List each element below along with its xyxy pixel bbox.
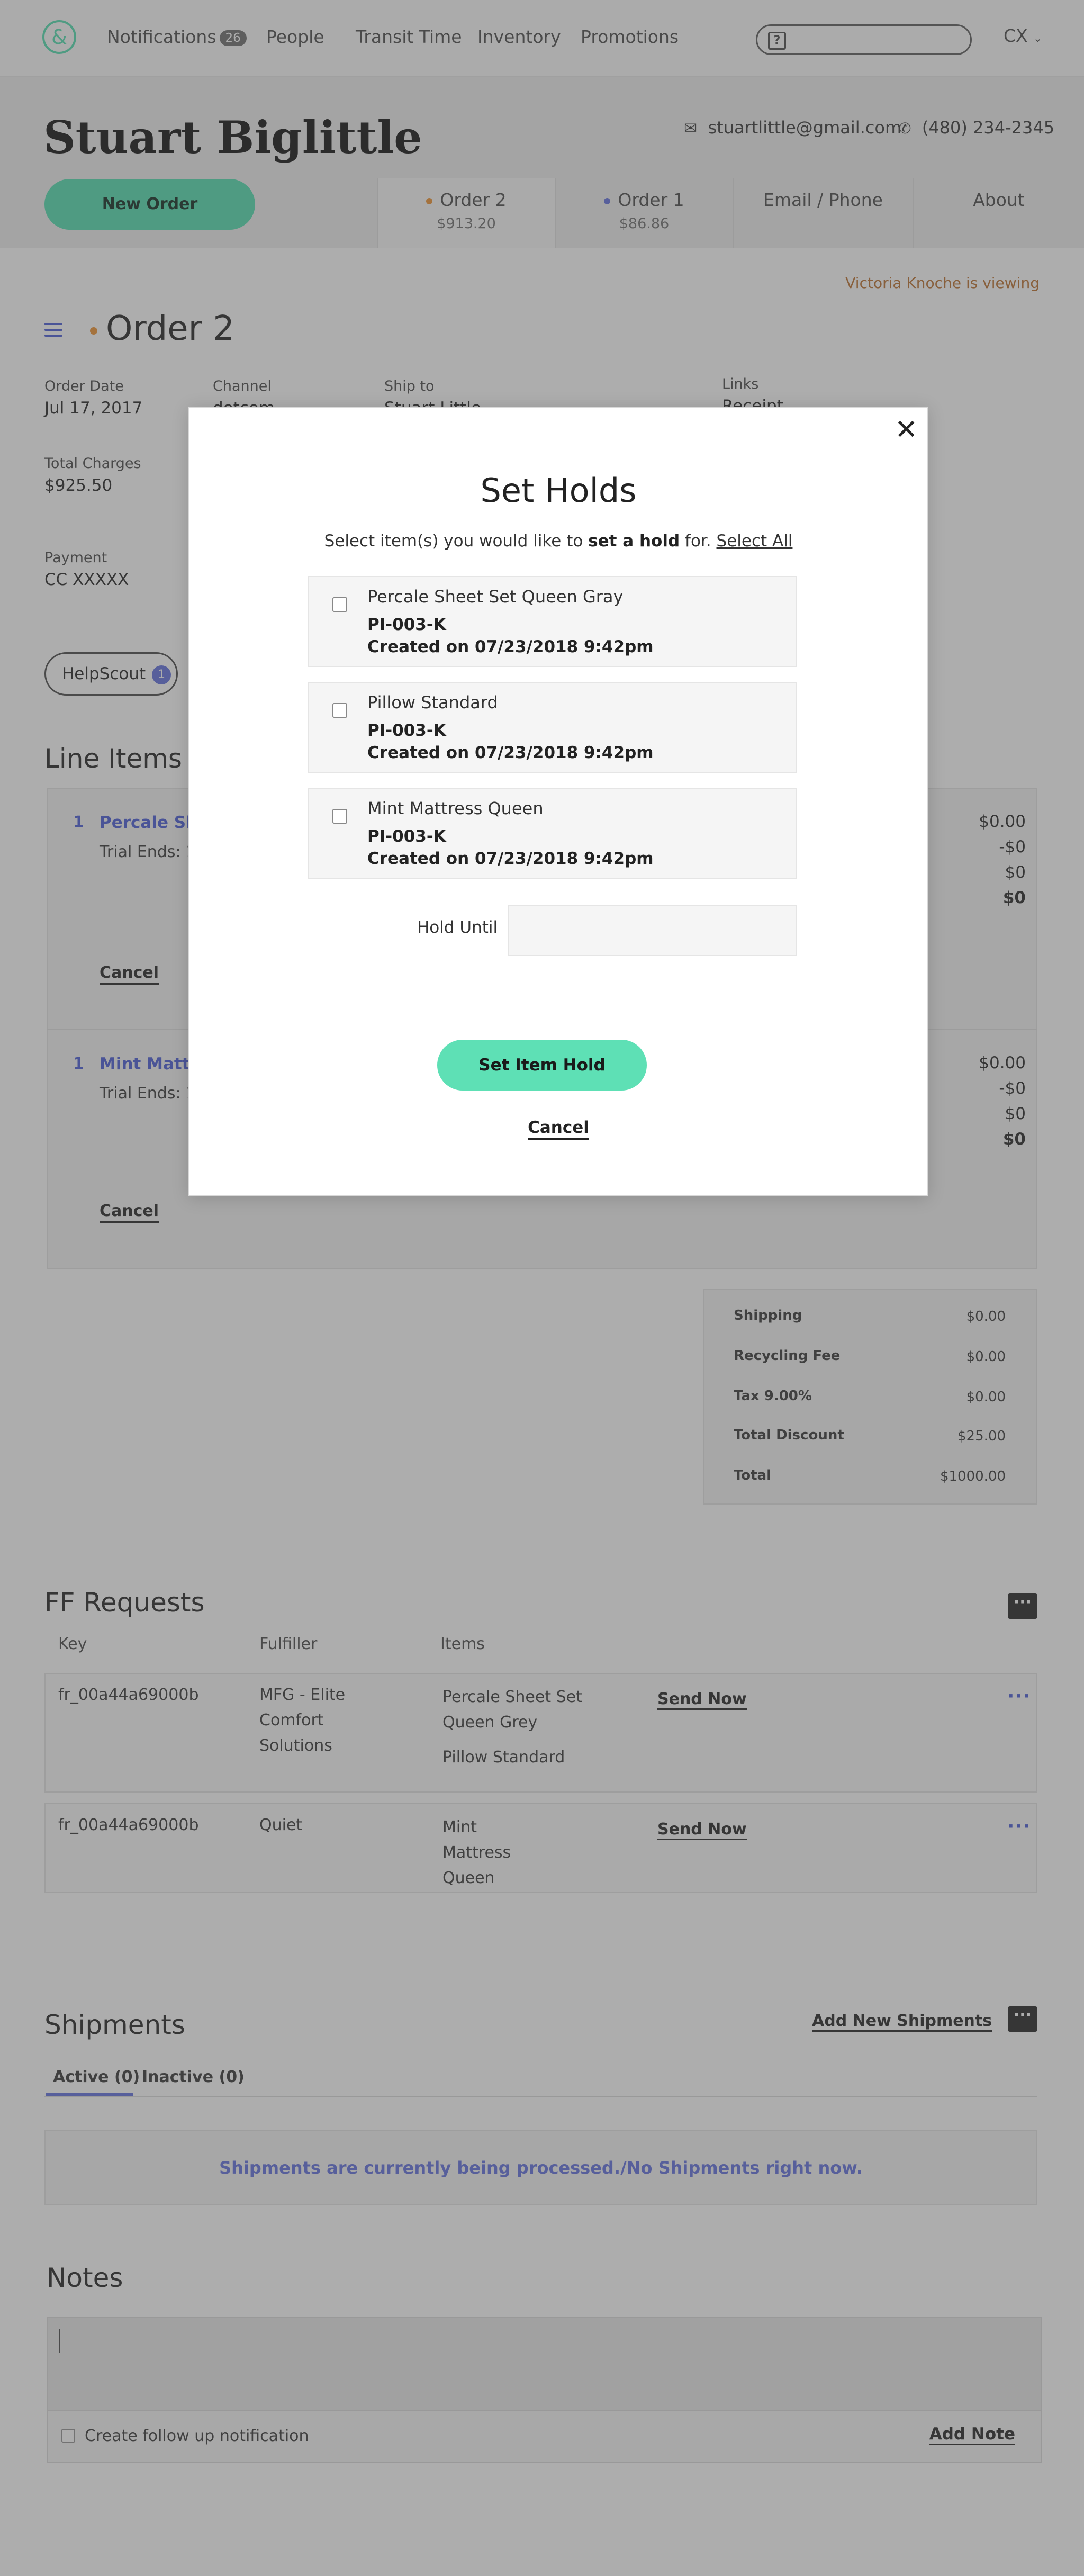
close-icon[interactable]: ✕: [895, 414, 918, 446]
select-all-link[interactable]: Select All: [717, 532, 793, 551]
hold-item-card[interactable]: Percale Sheet Set Queen Gray PI-003-K Cr…: [308, 576, 797, 667]
item-sku: PI-003-K: [367, 827, 446, 846]
item-checkbox[interactable]: [332, 809, 347, 824]
item-name: Percale Sheet Set Queen Gray: [367, 587, 624, 607]
item-created: Created on 07/23/2018 9:42pm: [367, 743, 654, 762]
item-name: Pillow Standard: [367, 692, 498, 713]
modal-cancel: Cancel: [189, 1118, 927, 1140]
instructions-text: Select item(s) you would like to: [324, 532, 589, 551]
item-created: Created on 07/23/2018 9:42pm: [367, 849, 654, 868]
item-created: Created on 07/23/2018 9:42pm: [367, 637, 654, 656]
item-checkbox[interactable]: [332, 597, 347, 612]
cancel-button[interactable]: Cancel: [528, 1118, 589, 1140]
item-sku: PI-003-K: [367, 615, 446, 634]
set-holds-modal: ✕ Set Holds Select item(s) you would lik…: [188, 407, 928, 1196]
item-name: Mint Mattress Queen: [367, 798, 544, 818]
set-item-hold-button[interactable]: Set Item Hold: [437, 1040, 647, 1091]
modal-instructions: Select item(s) you would like to set a h…: [189, 532, 927, 551]
hold-item-card[interactable]: Pillow Standard PI-003-K Created on 07/2…: [308, 682, 797, 773]
modal-backdrop[interactable]: [0, 0, 1084, 2576]
hold-until-input[interactable]: [508, 905, 797, 956]
hold-until-label: Hold Until: [417, 918, 498, 937]
instructions-text: for.: [680, 532, 717, 551]
hold-item-card[interactable]: Mint Mattress Queen PI-003-K Created on …: [308, 788, 797, 879]
item-sku: PI-003-K: [367, 721, 446, 740]
instructions-emphasis: set a hold: [588, 532, 680, 551]
modal-title: Set Holds: [480, 471, 637, 510]
item-checkbox[interactable]: [332, 703, 347, 718]
